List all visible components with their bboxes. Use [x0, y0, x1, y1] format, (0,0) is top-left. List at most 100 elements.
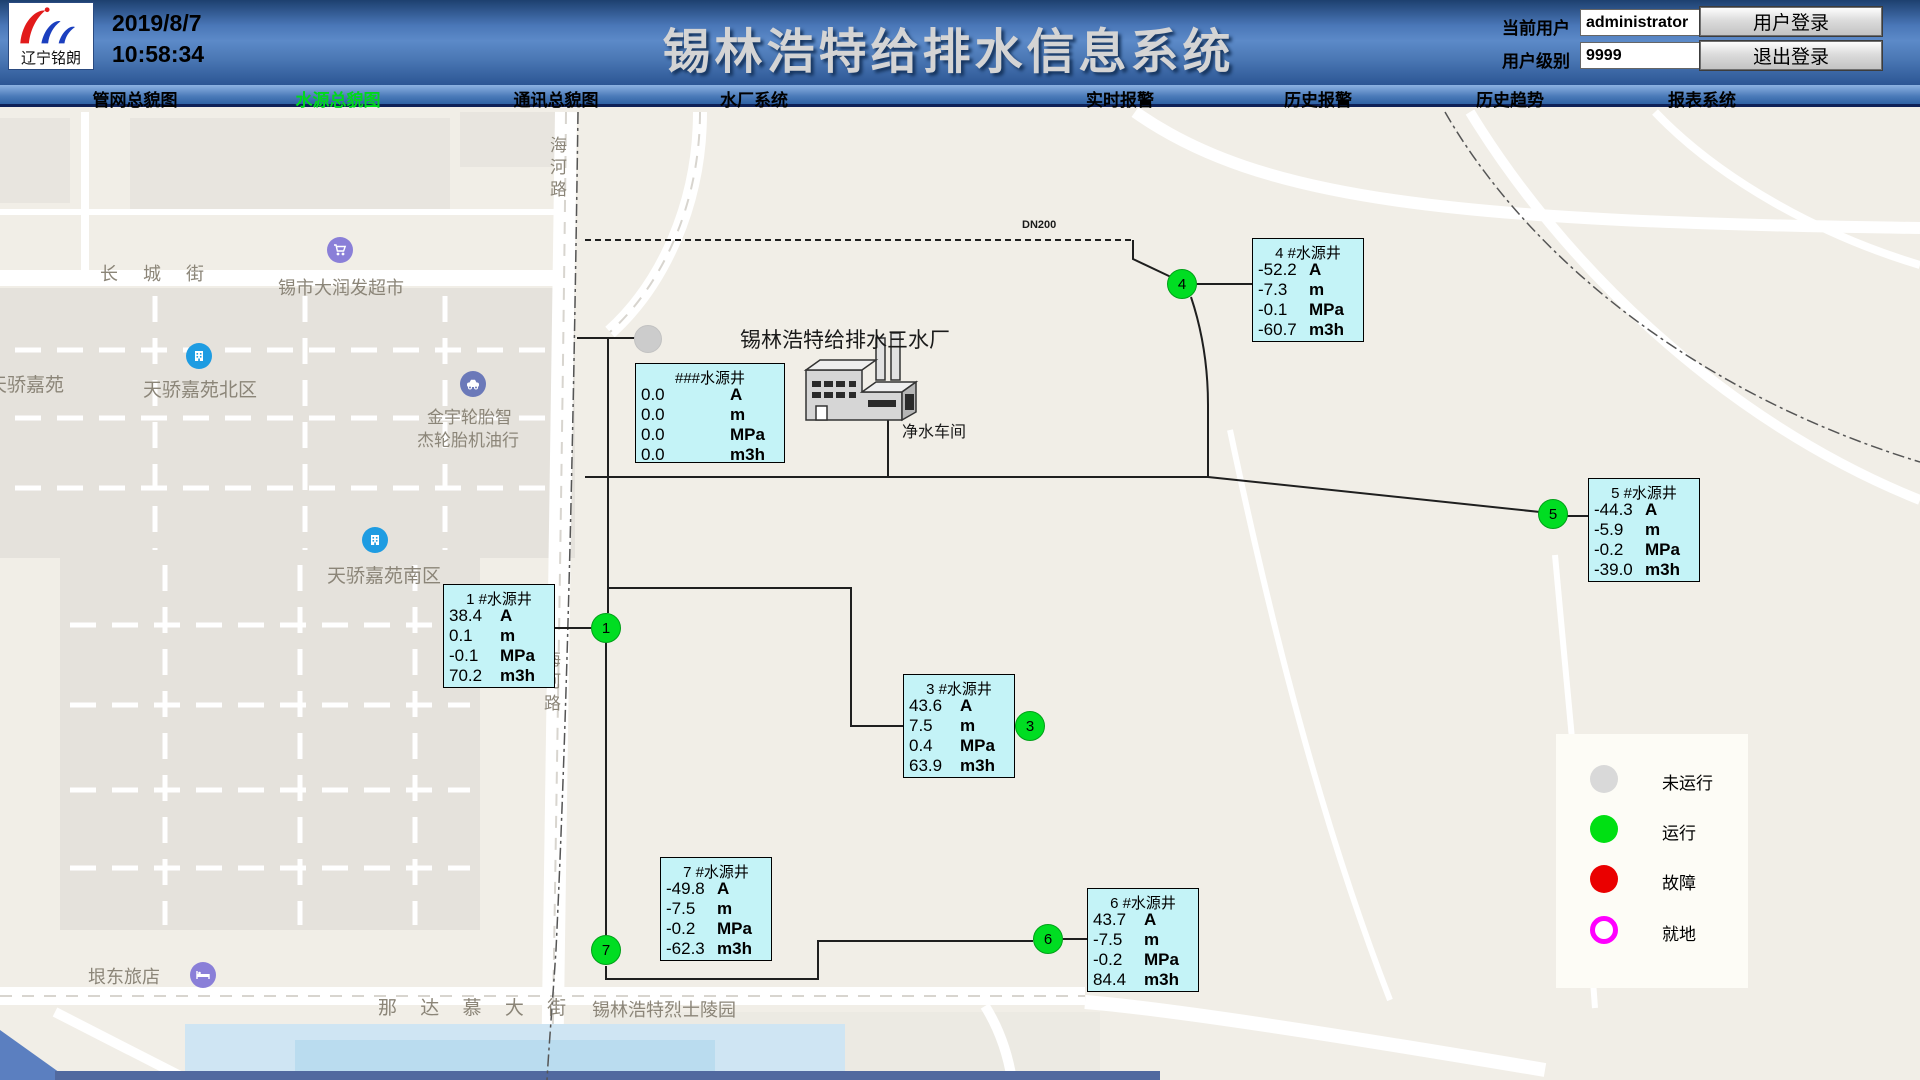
street-label-changcheng: 长 城 街	[100, 260, 214, 286]
company-logo: 辽宁铭朗	[8, 2, 94, 70]
well-1-status-circle[interactable]: 1	[591, 613, 621, 643]
unit-meter: m	[1309, 280, 1357, 300]
nav-tab-water-plant-system[interactable]: 水厂系统	[720, 86, 788, 111]
unit-meter: m	[1645, 520, 1693, 540]
unit-meter: m	[1144, 930, 1192, 950]
poi-label-hotel: 垠东旅店	[88, 963, 160, 989]
well-number: 6	[1044, 931, 1052, 948]
current-user-input[interactable]	[1580, 9, 1720, 36]
header-bar: 辽宁铭朗 2019/8/7 10:58:34 锡林浩特给排水信息系统 当前用户 …	[0, 0, 1920, 85]
logout-button[interactable]: 退出登录	[1700, 41, 1882, 70]
well-flow-value: 0.0	[641, 445, 730, 465]
well-4-status-circle[interactable]: 4	[1167, 269, 1197, 299]
street-label-nadamu: 那 达 慕 大 街	[378, 993, 575, 1020]
well-flow-value: 63.9	[909, 756, 960, 776]
unit-mpa: MPa	[1645, 540, 1693, 560]
legend-row-running: 运行	[1556, 815, 1748, 845]
legend-label: 就地	[1662, 920, 1696, 945]
well-1-databox: 1 #水源井 38.4A 0.1m -0.1MPa 70.2m3h	[443, 584, 555, 688]
well-3-status-circle[interactable]: 3	[1015, 711, 1045, 741]
running-status-icon	[1590, 815, 1618, 843]
well-pressure-value: -0.1	[1258, 300, 1309, 320]
well-pressure-value: -0.2	[1093, 950, 1144, 970]
unit-m3h: m3h	[500, 666, 548, 686]
well-0-databox: ###水源井 0.0A 0.0m 0.0MPa 0.0m3h	[635, 363, 785, 463]
unit-ampere: A	[1645, 500, 1693, 520]
well-5-status-circle[interactable]: 5	[1538, 499, 1568, 529]
well-title: 3 #水源井	[904, 675, 1014, 696]
unit-m3h: m3h	[730, 445, 778, 465]
well-3-databox: 3 #水源井 43.6A 7.5m 0.4MPa 63.9m3h	[903, 674, 1015, 778]
legend-label: 未运行	[1662, 769, 1713, 794]
nav-tab-communication-overview[interactable]: 通讯总貌图	[514, 86, 599, 111]
logo-swoosh-icon	[9, 3, 93, 51]
current-time: 10:58:34	[112, 39, 204, 70]
poi-label-supermarket: 锡市大润发超市	[278, 274, 404, 300]
well-current-value: -44.3	[1594, 500, 1645, 520]
unit-meter: m	[730, 405, 778, 425]
hotel-bed-icon	[190, 962, 216, 988]
pipe-diameter-label: DN200	[1022, 219, 1056, 231]
area-label-tianjiao-south: 天骄嘉苑南区	[327, 561, 441, 588]
login-button[interactable]: 用户登录	[1700, 7, 1882, 36]
well-7-status-circle[interactable]: 7	[591, 935, 621, 965]
unit-ampere: A	[500, 606, 548, 626]
well-0-status-circle[interactable]	[634, 325, 662, 353]
unit-mpa: MPa	[960, 736, 1008, 756]
idle-status-icon	[1590, 765, 1618, 793]
nav-tab-pipe-network-overview[interactable]: 管网总貌图	[93, 86, 178, 111]
well-current-value: 38.4	[449, 606, 500, 626]
well-5-databox: 5 #水源井 -44.3A -5.9m -0.2MPa -39.0m3h	[1588, 478, 1700, 582]
nav-tab-history-alarm[interactable]: 历史报警	[1284, 86, 1352, 111]
unit-ampere: A	[1309, 260, 1357, 280]
well-6-status-circle[interactable]: 6	[1033, 924, 1063, 954]
user-level-label: 用户级别	[1502, 47, 1570, 72]
unit-mpa: MPa	[500, 646, 548, 666]
user-level-input[interactable]	[1580, 42, 1720, 69]
status-legend: 未运行 运行 故障 就地	[1556, 734, 1748, 988]
area-label-tianjiao: 天骄嘉苑	[0, 370, 64, 397]
nav-tab-water-source-overview[interactable]: 水源总貌图	[296, 86, 381, 111]
well-7-databox: 7 #水源井 -49.8A -7.5m -0.2MPa -62.3m3h	[660, 857, 772, 961]
unit-mpa: MPa	[717, 919, 765, 939]
legend-row-idle: 未运行	[1556, 765, 1748, 795]
unit-meter: m	[960, 716, 1008, 736]
well-current-value: 43.7	[1093, 910, 1144, 930]
well-level-value: -5.9	[1594, 520, 1645, 540]
well-number: 7	[602, 942, 610, 959]
residence-building-icon	[186, 343, 212, 369]
well-flow-value: -60.7	[1258, 320, 1309, 340]
nav-tab-report-system[interactable]: 报表系统	[1668, 86, 1736, 111]
unit-ampere: A	[960, 696, 1008, 716]
well-title: ###水源井	[636, 364, 784, 385]
unit-m3h: m3h	[717, 939, 765, 959]
unit-meter: m	[500, 626, 548, 646]
unit-meter: m	[717, 899, 765, 919]
unit-m3h: m3h	[1645, 560, 1693, 580]
nav-tab-history-trend[interactable]: 历史趋势	[1476, 86, 1544, 111]
scada-screen: 辽宁铭朗 2019/8/7 10:58:34 锡林浩特给排水信息系统 当前用户 …	[0, 0, 1920, 1080]
shopping-cart-icon	[327, 237, 353, 263]
well-title: 7 #水源井	[661, 858, 771, 879]
legend-label: 运行	[1662, 819, 1696, 844]
well-level-value: -7.3	[1258, 280, 1309, 300]
well-title: 6 #水源井	[1088, 889, 1198, 910]
well-pressure-value: -0.2	[666, 919, 717, 939]
current-user-label: 当前用户	[1502, 14, 1570, 39]
nav-bar: 管网总貌图 水源总貌图 通讯总貌图 水厂系统 实时报警 历史报警 历史趋势 报表…	[0, 85, 1920, 107]
well-flow-value: -62.3	[666, 939, 717, 959]
well-flow-value: 84.4	[1093, 970, 1144, 990]
well-number: 3	[1026, 718, 1034, 735]
well-number: 5	[1549, 506, 1557, 523]
well-pressure-value: 0.0	[641, 425, 730, 445]
logo-text: 辽宁铭朗	[9, 47, 93, 68]
unit-mpa: MPa	[1144, 950, 1192, 970]
residence-building-icon	[362, 527, 388, 553]
well-pressure-value: 0.4	[909, 736, 960, 756]
nav-tab-realtime-alarm[interactable]: 实时报警	[1086, 86, 1154, 111]
well-title: 4 #水源井	[1253, 239, 1363, 260]
well-6-databox: 6 #水源井 43.7A -7.5m -0.2MPa 84.4m3h	[1087, 888, 1199, 992]
unit-ampere: A	[1144, 910, 1192, 930]
legend-row-local: 就地	[1556, 916, 1748, 946]
unit-mpa: MPa	[730, 425, 778, 445]
